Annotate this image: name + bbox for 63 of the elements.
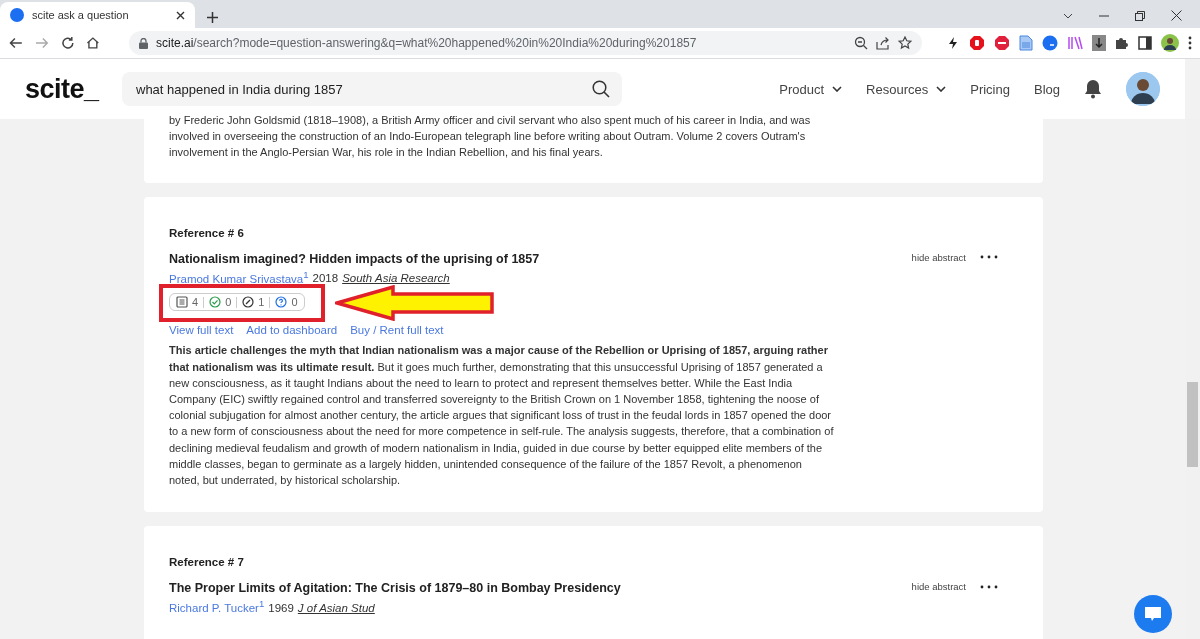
- author-link[interactable]: Pramod Kumar Srivastava$^{1}$: [169, 268, 309, 285]
- article-title[interactable]: The Proper Limits of Agitation: The Crisis of 1879–80 in Bombay Presidency: [169, 581, 621, 596]
- article-title[interactable]: Nationalism imagined? Hidden impacts of the uprising of 1857: [169, 251, 540, 266]
- article-link[interactable]: Buy / Rent full text: [350, 324, 444, 337]
- reload-icon[interactable]: [59, 35, 76, 51]
- tab-title: scite ask a question: [32, 9, 130, 21]
- bell-icon[interactable]: [1084, 79, 1102, 99]
- download-icon[interactable]: [1092, 35, 1106, 51]
- minimize-icon[interactable]: [1099, 14, 1109, 17]
- document-icon[interactable]: [1019, 35, 1033, 51]
- close-icon[interactable]: [176, 10, 185, 20]
- reference-number: Reference # 6: [169, 226, 245, 239]
- address-bar[interactable]: scite.ai/search?mode=question-answering&q=what%20happened%20in%20India%20during%201857: [129, 31, 922, 55]
- nav-link[interactable]: Blog: [1033, 81, 1060, 97]
- lock-icon: [139, 37, 148, 49]
- star-icon[interactable]: [898, 36, 912, 50]
- publication-year: 2018: [312, 272, 339, 285]
- logo[interactable]: scite_: [25, 73, 122, 105]
- profile-avatar-icon[interactable]: [1161, 34, 1179, 52]
- tally-count: 1: [258, 296, 265, 309]
- publication-year: 1969: [268, 602, 294, 615]
- article-link[interactable]: View full text: [169, 324, 234, 337]
- search-field[interactable]: what happened in India during 1857: [122, 72, 622, 106]
- question-circle-icon: [275, 296, 288, 309]
- chevron-down-icon[interactable]: [1063, 12, 1073, 19]
- menu-icon[interactable]: [1188, 36, 1192, 50]
- tally-count: 0: [225, 296, 232, 309]
- zoom-out-icon[interactable]: [854, 36, 868, 50]
- reference-number: Reference # 7: [169, 556, 245, 569]
- restore-icon[interactable]: [1135, 10, 1145, 21]
- home-icon[interactable]: [85, 35, 101, 51]
- browser-tab[interactable]: scite ask a question: [0, 2, 195, 28]
- back-icon[interactable]: [8, 35, 24, 51]
- slash-circle-icon: [242, 296, 255, 309]
- more-icon[interactable]: [980, 255, 998, 260]
- chat-button[interactable]: [1134, 595, 1172, 633]
- abstract-text: by Frederic John Goldsmid (1818–1908), a British Army officer and civil servant who also spent much of his career in India, and was involved in overseeing the construction of an Indo-European telegraph line before writing about Outram. Volume 2 covers Outram's involvement in the Anglo-Persian War, his role in the Indian Rebellion, and his final years.: [169, 113, 812, 161]
- journal-link[interactable]: J of Asian Stud: [297, 602, 375, 615]
- check-circle-icon: [209, 296, 222, 309]
- article-link[interactable]: Add to dashboard: [246, 324, 338, 337]
- search-icon[interactable]: [592, 80, 610, 98]
- user-avatar[interactable]: [1126, 72, 1160, 106]
- citation-tally[interactable]: 4 0 1 0: [169, 293, 305, 312]
- author-link[interactable]: Richard P. Tucker$^{1}$: [169, 598, 265, 615]
- lightning-icon[interactable]: [946, 36, 960, 50]
- tally-count: 0: [291, 296, 298, 309]
- journal-link[interactable]: South Asia Research: [342, 272, 450, 285]
- puzzle-icon[interactable]: [1115, 36, 1129, 50]
- site-icon: [10, 8, 24, 22]
- new-tab-icon[interactable]: [207, 12, 218, 23]
- hide-abstract-link[interactable]: hide abstract: [911, 581, 966, 593]
- nav-link[interactable]: Resources: [866, 81, 947, 97]
- abstract-text: This article challenges the myth that Indian nationalism was a major cause of the Rebellion or Uprising of 1857, arguing rather that nationalism was its ultimate result. But it goes much further, demonstrating that this unsuccessful Uprising of 1857 generated a new consciousness, as it taught Indians about the need to learn to protect and represent themselves better. While the East India Company (EIC) swiftly regained control and transferred sovereignty to the British Crown on 1 November 1858, tightening the noose of colonial subjugation for almost another century, the article argues that significant loss of trust in the feudal lords in 1857 opened the door to a new form of consciousness about the need for more competence in self-rule. The analysis suggests, therefore, that a combination of declining medieval feudalism and growth of modern nationalism in India, guided in due course by better equipped elite members of the middle classes, began to germinate as a largely hidden, unintended consequence of the failure of the 1857 Revolt, a phenomenon noted, but underrated, by historical scholarship.: [169, 343, 834, 489]
- nav-link[interactable]: Product: [779, 81, 843, 97]
- document-icon: [176, 296, 188, 309]
- more-icon[interactable]: [980, 584, 998, 589]
- hide-abstract-link[interactable]: hide abstract: [911, 251, 966, 263]
- tally-count: 4: [192, 296, 199, 309]
- nav-link[interactable]: Pricing: [970, 81, 1010, 97]
- side-panel-icon[interactable]: [1138, 36, 1152, 50]
- chat-icon: [1144, 606, 1162, 622]
- share-icon[interactable]: [876, 36, 890, 50]
- close-icon[interactable]: [1171, 10, 1182, 21]
